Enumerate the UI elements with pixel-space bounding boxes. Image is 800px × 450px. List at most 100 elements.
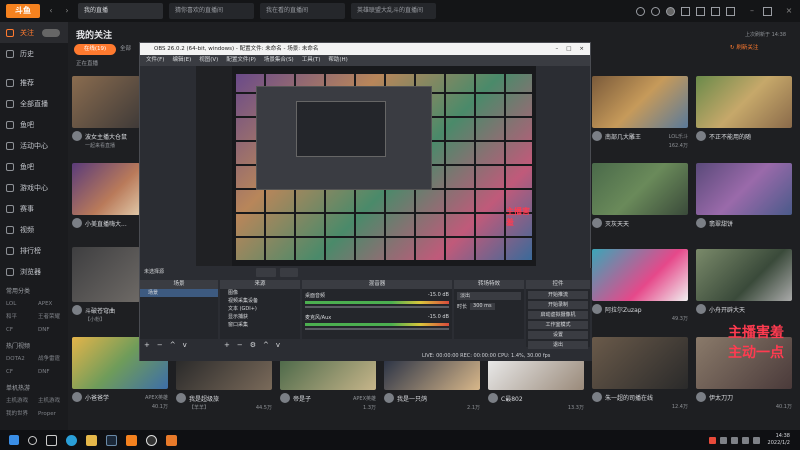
close-icon[interactable]: × xyxy=(784,6,794,16)
stream-card[interactable]: 帝是子 APEX英雄 1.3万 xyxy=(280,360,376,411)
back-icon[interactable]: ‹ xyxy=(46,6,56,16)
sources-list[interactable]: 图像 视频采集设备 文本 (GDI+) 显示捕获 窗口采集 xyxy=(220,289,300,339)
steam-icon[interactable] xyxy=(106,434,117,446)
stream-card[interactable]: 波女主播大仓鼠 一起来看直播 xyxy=(72,76,140,149)
stream-card[interactable]: 翡翠甜饼 xyxy=(696,163,792,228)
avatar[interactable] xyxy=(592,218,602,228)
tab-2[interactable]: 我在看的直播间 xyxy=(260,3,345,19)
add-icon[interactable]: + xyxy=(224,341,230,350)
sidebar-link[interactable]: DNF xyxy=(38,324,66,337)
sidebar-link-row[interactable]: CF DNF xyxy=(0,366,68,379)
stream-thumbnail[interactable] xyxy=(592,163,688,215)
stream-card[interactable]: C最802 13.3万 xyxy=(488,360,584,411)
douyu-icon[interactable] xyxy=(126,434,137,446)
sidebar-item-9[interactable]: 浏览器 xyxy=(0,261,68,282)
sidebar-link[interactable]: APEX xyxy=(38,298,66,311)
sidebar-link-row[interactable]: 和平 王者荣耀 xyxy=(0,311,68,324)
settings-icon[interactable] xyxy=(711,6,720,16)
sidebar-link[interactable]: 主机游戏 xyxy=(38,395,66,408)
stream-thumbnail[interactable] xyxy=(592,337,688,389)
stream-thumbnail[interactable] xyxy=(72,247,140,302)
menu-view[interactable]: 视图(V) xyxy=(199,55,218,66)
volume-slider[interactable] xyxy=(305,328,449,330)
start-icon[interactable] xyxy=(9,435,19,445)
edge-icon[interactable] xyxy=(66,434,77,446)
virtual-camera-button[interactable]: 启动虚拟摄像机 xyxy=(528,311,588,319)
sidebar-link[interactable]: Proper xyxy=(38,408,66,421)
task-view-icon[interactable] xyxy=(46,434,57,446)
avatar[interactable] xyxy=(592,304,602,314)
sidebar-link[interactable]: DNF xyxy=(38,366,66,379)
stream-category[interactable]: APEX英雄 xyxy=(145,394,168,401)
sidebar-item-5[interactable]: 游戏中心 xyxy=(0,177,68,198)
stream-card[interactable]: 小美直播嗨大... xyxy=(72,163,140,228)
stream-title[interactable]: C最802 xyxy=(501,394,584,403)
stream-card[interactable]: 灭灰天天 xyxy=(592,163,688,228)
source-item[interactable]: 图像 xyxy=(220,289,300,297)
maximize-icon[interactable]: □ xyxy=(566,43,571,55)
stream-category[interactable]: APEX英雄 xyxy=(353,395,376,402)
menu-profile[interactable]: 配置文件(P) xyxy=(226,55,256,66)
obs-preview[interactable]: 主播害羞 xyxy=(196,66,536,266)
down-icon[interactable]: v xyxy=(183,341,187,350)
sidebar-item-6[interactable]: 赛事 xyxy=(0,198,68,219)
folder-icon[interactable] xyxy=(86,434,97,446)
stream-thumbnail[interactable] xyxy=(696,249,792,301)
search-icon[interactable] xyxy=(28,435,37,445)
source-item[interactable]: 视频采集设备 xyxy=(220,297,300,305)
refresh-button[interactable]: ↻ 刷新关注 xyxy=(730,43,790,53)
avatar[interactable] xyxy=(696,131,706,141)
stream-title[interactable]: 小舟开辟大天 xyxy=(709,305,792,314)
sidebar-link[interactable]: 和平 xyxy=(6,311,34,324)
avatar[interactable] xyxy=(72,218,82,228)
source-item[interactable]: 窗口采集 xyxy=(220,321,300,329)
stream-thumbnail[interactable] xyxy=(696,76,792,128)
sidebar-link[interactable]: CF xyxy=(6,324,34,337)
sidebar-link-row[interactable]: LOL APEX xyxy=(0,298,68,311)
stream-title[interactable]: 伊太刀刀 xyxy=(709,393,792,402)
avatar[interactable] xyxy=(72,392,82,402)
sidebar-link[interactable]: 王者荣耀 xyxy=(38,311,66,324)
tab-1[interactable]: 猜你喜欢的直播间 xyxy=(169,3,254,19)
avatar[interactable] xyxy=(592,131,602,141)
download-icon[interactable] xyxy=(651,6,660,16)
menu-help[interactable]: 帮助(H) xyxy=(328,55,347,66)
avatar[interactable] xyxy=(592,392,602,402)
sidebar-item-3[interactable]: 活动中心 xyxy=(0,135,68,156)
sidebar-link[interactable]: 主机游戏 xyxy=(6,395,34,408)
app-icon[interactable] xyxy=(166,434,177,446)
sidebar-item-follow[interactable]: 关注 xyxy=(0,22,68,43)
sidebar-link[interactable]: 我的世界 xyxy=(6,408,34,421)
tray-icon[interactable] xyxy=(708,436,716,444)
obs-titlebar[interactable]: OBS 26.0.2 (64-bit, windows) - 配置文件: 未命名… xyxy=(140,43,590,55)
menu-file[interactable]: 文件(F) xyxy=(146,55,164,66)
stream-title[interactable]: 斗破苍穹曲 xyxy=(85,306,140,315)
avatar[interactable] xyxy=(696,392,706,402)
sidebar-item-history[interactable]: 历史 xyxy=(0,43,68,64)
sidebar-link[interactable]: LOL xyxy=(6,298,34,311)
avatar[interactable] xyxy=(666,6,675,16)
sidebar-item-1[interactable]: 全部直播 xyxy=(0,93,68,114)
tab-3[interactable]: 英雄联盟大乱斗的直播间 xyxy=(351,3,436,19)
stream-thumbnail[interactable] xyxy=(592,76,688,128)
avatar[interactable] xyxy=(72,131,82,141)
history-icon[interactable] xyxy=(636,6,645,16)
stream-title[interactable]: 朱一超的司播在线 xyxy=(605,393,688,402)
stream-thumbnail[interactable] xyxy=(280,360,376,390)
minimize-icon[interactable]: – xyxy=(555,43,558,55)
filters-button[interactable] xyxy=(280,268,298,277)
source-item[interactable]: 显示捕获 xyxy=(220,313,300,321)
menu-tools[interactable]: 工具(T) xyxy=(302,55,321,66)
stream-thumbnail[interactable] xyxy=(696,163,792,215)
volume-slider[interactable] xyxy=(305,306,449,308)
stream-title[interactable]: 灭灰天天 xyxy=(605,219,688,228)
scenes-list[interactable]: 场景 xyxy=(140,289,218,339)
filter-online-button[interactable]: 在线(19) xyxy=(74,44,116,55)
stream-title[interactable]: 南部几大雕王 xyxy=(605,132,666,141)
stream-card[interactable]: 阿拉尔Zuzap 49.3万 xyxy=(592,249,688,322)
filter-all-button[interactable]: 全部 xyxy=(120,44,140,55)
obs-icon[interactable] xyxy=(146,434,157,446)
network-icon[interactable] xyxy=(741,436,749,444)
mail-icon[interactable] xyxy=(681,6,690,16)
stream-title[interactable]: 波女主播大仓鼠 xyxy=(85,132,140,141)
